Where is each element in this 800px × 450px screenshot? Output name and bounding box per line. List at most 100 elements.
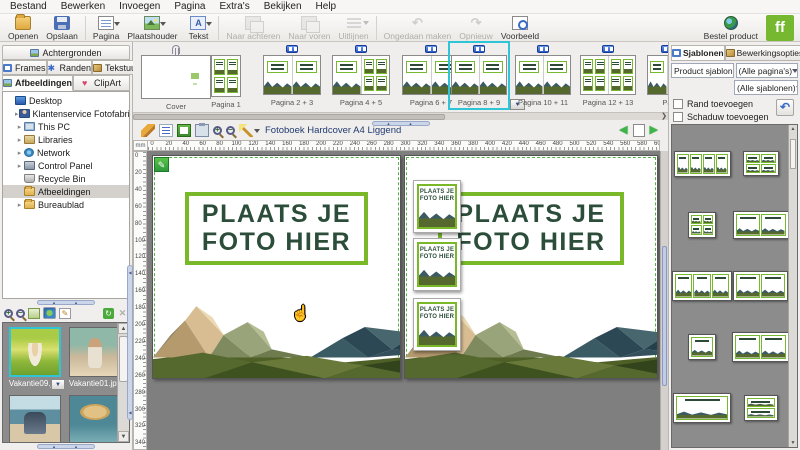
- tab-sjablonen[interactable]: Sjablonen: [671, 45, 725, 61]
- open-button[interactable]: Openen: [4, 15, 42, 41]
- page-thumb-10-11[interactable]: Pagina 10 + 11: [515, 44, 571, 107]
- photo-thumbnail[interactable]: [9, 327, 61, 377]
- template-card[interactable]: [733, 271, 788, 301]
- wizard-icon[interactable]: [239, 124, 253, 137]
- canvas-vertical-scrollbar[interactable]: [660, 151, 668, 450]
- panel-splitter-vertical[interactable]: ◀◀: [127, 265, 133, 420]
- photo-placeholder-box[interactable]: PLAATS JE FOTO HIER: [438, 192, 624, 265]
- add-border-checkbox[interactable]: Rand toevoegen: [673, 99, 753, 109]
- text-button[interactable]: Tekst: [181, 15, 215, 41]
- preview-button[interactable]: Voorbeeld: [497, 15, 543, 41]
- zoom-out-icon[interactable]: −: [16, 309, 25, 318]
- photo-options-dropdown[interactable]: ▼: [51, 379, 65, 390]
- zoom-in-icon[interactable]: +: [4, 309, 13, 318]
- reset-templates-button[interactable]: ↶: [776, 99, 794, 116]
- tree-item-this-pc[interactable]: ▸This PC: [3, 120, 129, 133]
- measure-icon[interactable]: [141, 124, 155, 137]
- photo-thumbnail[interactable]: [69, 327, 121, 377]
- tab-bewerkingsopties[interactable]: Bewerkingsopties: [725, 45, 800, 61]
- dragged-template-card[interactable]: PLAATS JEFOTO HIER: [413, 298, 461, 351]
- template-card[interactable]: [673, 393, 731, 423]
- photo-thumbnail[interactable]: [69, 395, 121, 443]
- photo-vakantie03[interactable]: Vakantie03.jpg: [7, 395, 63, 443]
- previous-page-arrow-icon[interactable]: ◀: [619, 125, 627, 136]
- template-card[interactable]: [744, 395, 778, 421]
- page-left[interactable]: ✎ PLAATS JE FOTO HIER ☝: [152, 155, 401, 379]
- tree-item-recycle-bin[interactable]: Recycle Bin: [3, 172, 129, 185]
- canvas-zoom-out-icon[interactable]: −: [226, 126, 235, 135]
- pages-filter-select[interactable]: (Alle pagina's): [736, 63, 799, 78]
- send-backward-button: Naar achteren: [222, 15, 284, 41]
- placeholder-button[interactable]: Plaatshouder: [123, 15, 181, 41]
- checkbox-icon[interactable]: [673, 99, 683, 109]
- next-page-arrow-icon[interactable]: ▶: [650, 125, 658, 136]
- page-button[interactable]: Pagina: [89, 15, 123, 41]
- tree-item-desktop[interactable]: Desktop: [3, 94, 129, 107]
- dragged-template-card[interactable]: PLAATS JEFOTO HIER: [413, 238, 461, 291]
- tree-splitter-handle[interactable]: ▲▲: [0, 299, 132, 306]
- page-thumb-1[interactable]: Pagina 1: [211, 44, 241, 109]
- book-view-icon[interactable]: [177, 124, 191, 137]
- page-thumb-cover[interactable]: Cover: [141, 44, 211, 111]
- menu-bekijken[interactable]: Bekijken: [258, 0, 308, 13]
- photo-placeholder-box[interactable]: PLAATS JE FOTO HIER: [185, 192, 368, 265]
- refresh-icon[interactable]: ↻: [103, 308, 114, 319]
- web-images-icon[interactable]: [43, 307, 56, 319]
- control-panel-icon: [24, 161, 35, 170]
- template-scrollbar[interactable]: ▲▼: [788, 125, 797, 447]
- computer-icon: [24, 122, 35, 131]
- order-product-button[interactable]: Bestel product: [704, 16, 758, 41]
- template-card[interactable]: [672, 271, 732, 301]
- template-card[interactable]: [674, 151, 731, 177]
- menu-extras[interactable]: Extra's: [213, 0, 255, 13]
- menu-bewerken[interactable]: Bewerken: [55, 0, 111, 13]
- photo-list-splitter-handle[interactable]: ▲▲: [0, 443, 132, 450]
- page-preview-icon[interactable]: [633, 124, 645, 137]
- save-button[interactable]: Opslaan: [42, 15, 82, 41]
- template-card[interactable]: [732, 332, 789, 362]
- dragged-template-card[interactable]: PLAATS JEFOTO HIER: [413, 180, 461, 233]
- ruler-tick-label: 0: [135, 153, 138, 159]
- edit-image-icon[interactable]: ✎: [59, 308, 71, 319]
- tab-achtergronden[interactable]: Achtergronden: [2, 45, 130, 60]
- add-shadow-checkbox[interactable]: Schaduw toevoegen: [673, 112, 769, 122]
- tab-clipart[interactable]: ♥ClipArt: [73, 75, 130, 91]
- tree-item-control-panel[interactable]: ▸Control Panel: [3, 159, 129, 172]
- network-icon: [24, 148, 34, 157]
- tab-randen[interactable]: ✱Randen: [47, 60, 93, 75]
- template-card[interactable]: [733, 211, 789, 239]
- tree-item-klantenservice[interactable]: ▸Klantenservice Fotofabriek: [3, 107, 129, 120]
- checkbox-icon[interactable]: [673, 112, 683, 122]
- tree-item-libraries[interactable]: ▸Libraries: [3, 133, 129, 146]
- page-thumb-4-5[interactable]: Pagina 4 + 5: [332, 44, 390, 107]
- list-view-icon[interactable]: [159, 124, 173, 137]
- menu-help[interactable]: Help: [310, 0, 343, 13]
- photo-vakantie02[interactable]: Vakantie02.jpg: [67, 395, 123, 443]
- templates-filter-select[interactable]: (Alle sjablonen): [734, 80, 798, 95]
- template-category-select[interactable]: Product sjablonen: [671, 63, 734, 78]
- tab-afbeeldingen[interactable]: Afbeeldingen: [2, 75, 73, 91]
- page-right[interactable]: PLAATS JE FOTO HIER PLAATS JEFOTO HIER P…: [404, 155, 658, 379]
- template-card[interactable]: [688, 212, 716, 238]
- menu-invoegen[interactable]: Invoegen: [113, 0, 166, 13]
- canvas-zoom-in-icon[interactable]: +: [213, 126, 222, 135]
- tree-item-afbeeldingen[interactable]: Afbeeldingen: [3, 185, 129, 198]
- photo-vakantie09[interactable]: Vakantie09.jpg ▼: [7, 327, 63, 388]
- page-thumb-12-13[interactable]: Pagina 12 + 13: [580, 44, 636, 107]
- edit-page-badge-icon[interactable]: ✎: [154, 157, 169, 172]
- template-card[interactable]: [743, 151, 779, 176]
- page-strip-scrollbar[interactable]: ❯: [133, 112, 668, 120]
- template-card[interactable]: [688, 334, 716, 360]
- tab-frames[interactable]: Frames: [2, 60, 47, 75]
- page-thumb-2-3[interactable]: Pagina 2 + 3: [263, 44, 321, 107]
- menu-bestand[interactable]: Bestand: [4, 0, 53, 13]
- tree-item-network[interactable]: ▸Network: [3, 146, 129, 159]
- photo-vakantie01[interactable]: Vakantie01.jpg: [67, 327, 123, 388]
- tree-item-bureaublad[interactable]: ▸Bureaublad: [3, 198, 129, 211]
- backgrounds-icon: [30, 49, 39, 57]
- menu-pagina[interactable]: Pagina: [168, 0, 211, 13]
- page-thumb-8-9-selected[interactable]: Pagina 8 + 9 ▼: [451, 44, 507, 107]
- photo-thumbnail[interactable]: [9, 395, 61, 443]
- thumbnail-view-icon[interactable]: [28, 308, 40, 319]
- clipboard-icon[interactable]: [195, 124, 209, 137]
